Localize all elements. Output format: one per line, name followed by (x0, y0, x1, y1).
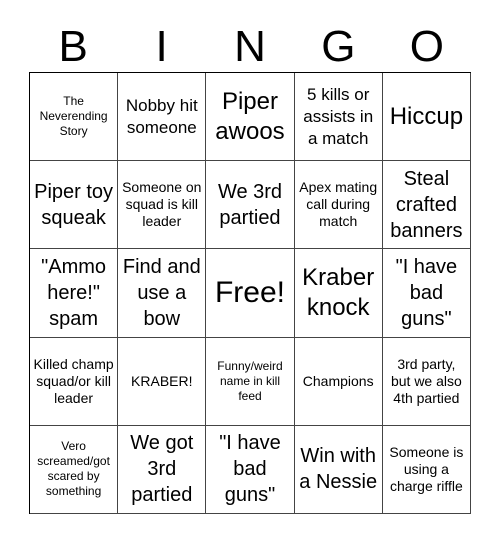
bingo-cell[interactable]: KRABER! (118, 337, 207, 426)
bingo-cell-text: Champions (302, 372, 374, 389)
bingo-cell-text: Steal crafted banners (390, 167, 463, 242)
bingo-cell[interactable]: Find and use a bow (118, 249, 207, 338)
header-letter-g: G (321, 22, 356, 71)
bingo-cell[interactable]: Win with a Nessie (294, 425, 383, 514)
bingo-cell-text: "I have bad guns" (395, 255, 458, 330)
bingo-cell-text: Find and use a bow (122, 255, 201, 330)
bingo-cell[interactable]: Someone on squad is kill leader (118, 161, 207, 250)
bingo-cell-free[interactable]: Free! (206, 249, 295, 338)
bingo-cell-text: Free! (214, 275, 285, 309)
bingo-cell-text: Nobby hit someone (125, 95, 198, 137)
bingo-cell-text: Piper awoos (215, 87, 285, 145)
bingo-cell[interactable]: Piper toy squeak (30, 161, 119, 250)
bingo-cell[interactable]: Nobby hit someone (118, 73, 207, 162)
bingo-cell-text: Win with a Nessie (299, 445, 378, 494)
bingo-cell[interactable]: Apex mating call during match (294, 161, 383, 250)
bingo-cell[interactable]: Someone is using a charge riffle (382, 425, 471, 514)
header-letter-o: O (409, 22, 444, 71)
bingo-cell-text: "Ammo here!" spam (41, 255, 107, 330)
bingo-cell[interactable]: The Neverending Story (30, 73, 119, 162)
bingo-cell-text: "I have bad guns" (219, 432, 281, 507)
bingo-cell[interactable]: "I have bad guns" (382, 249, 471, 338)
bingo-cell-text: Kraber knock (302, 263, 375, 321)
bingo-cell[interactable]: "Ammo here!" spam (30, 249, 119, 338)
bingo-cell[interactable]: Hiccup (382, 73, 471, 162)
bingo-cell[interactable]: Kraber knock (294, 249, 383, 338)
bingo-cell-text: We got 3rd partied (130, 432, 194, 507)
bingo-header: B I N G O (29, 22, 471, 72)
bingo-cell-text: Apex mating call during match (299, 179, 378, 230)
bingo-cell-text: 3rd party, but we also 4th partied (390, 355, 462, 406)
bingo-cell[interactable]: 3rd party, but we also 4th partied (382, 337, 471, 426)
bingo-cell-text: 5 kills or assists in a match (303, 84, 374, 148)
bingo-cell-text: Someone on squad is kill leader (122, 179, 202, 230)
bingo-cell[interactable]: "I have bad guns" (206, 425, 295, 514)
bingo-cell-text: Piper toy squeak (34, 180, 114, 229)
bingo-cell-text: Killed champ squad/or kill leader (33, 355, 114, 406)
header-letter-b: B (58, 22, 88, 71)
bingo-cell[interactable]: Vero screamed/got scared by something (30, 425, 119, 514)
bingo-cell-text: Hiccup (389, 102, 464, 130)
header-letter-i: I (155, 22, 168, 71)
bingo-grid: The Neverending Story Nobby hit someone Pi… (29, 72, 471, 514)
bingo-cell-text: Vero screamed/got scared by something (37, 439, 110, 499)
bingo-cell[interactable]: We got 3rd partied (118, 425, 207, 514)
bingo-cell[interactable]: Piper awoos (206, 73, 295, 162)
bingo-cell-text: Funny/weird name in kill feed (217, 358, 283, 403)
bingo-cell[interactable]: We 3rd partied (206, 161, 295, 250)
bingo-cell-text: Someone is using a charge riffle (389, 443, 464, 494)
bingo-cell-text: The Neverending Story (39, 94, 108, 139)
header-letter-n: N (234, 22, 266, 71)
bingo-cell[interactable]: 5 kills or assists in a match (294, 73, 383, 162)
bingo-cell-text: KRABER! (131, 372, 193, 389)
bingo-cell[interactable]: Killed champ squad/or kill leader (30, 337, 119, 426)
bingo-cell-text: We 3rd partied (217, 180, 283, 229)
bingo-cell[interactable]: Champions (294, 337, 383, 426)
bingo-cell[interactable]: Funny/weird name in kill feed (206, 337, 295, 426)
bingo-cell[interactable]: Steal crafted banners (382, 161, 471, 250)
